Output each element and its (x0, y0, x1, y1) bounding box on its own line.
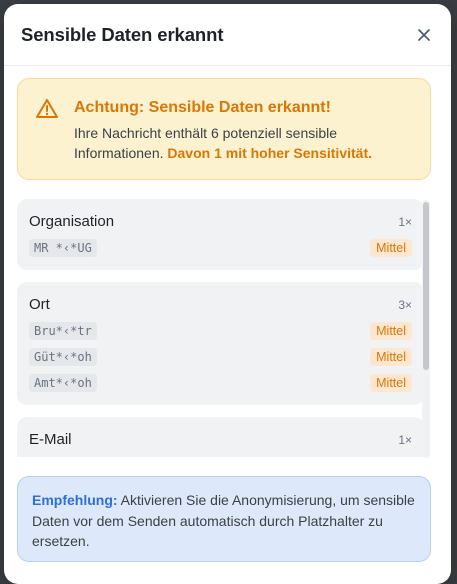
severity-badge: Mittel (370, 348, 412, 366)
severity-badge: Mittel (370, 374, 412, 392)
detected-items-list[interactable]: Organisation 1× MR *‹*UG Mittel Ort 3× B… (17, 199, 431, 457)
list-scrollbar[interactable] (422, 200, 430, 458)
category-card: Ort 3× Bru*‹*tr Mittel Güt*‹*oh Mittel A… (17, 282, 424, 405)
masked-value: Amt*‹*oh (29, 374, 97, 392)
warning-title: Achtung: Sensible Daten erkannt! (74, 99, 331, 116)
category-card: E-Mail 1× (17, 417, 424, 457)
category-name: Ort (29, 296, 50, 313)
close-button[interactable] (413, 24, 435, 46)
category-count: 3× (398, 297, 412, 312)
category-count: 1× (398, 432, 412, 447)
severity-badge: Mittel (370, 239, 412, 257)
masked-value: Güt*‹*oh (29, 348, 97, 366)
detected-item: Güt*‹*oh Mittel (29, 347, 412, 367)
detected-item: Bru*‹*tr Mittel (29, 321, 412, 341)
category-count: 1× (398, 214, 412, 229)
warning-highlight: Davon 1 mit hoher Sensitivität. (167, 145, 372, 161)
dialog-header: Sensible Daten erkannt (4, 4, 451, 66)
category-name: E-Mail (29, 431, 72, 448)
close-icon (418, 28, 430, 41)
category-name: Organisation (29, 213, 115, 230)
scrollbar-thumb[interactable] (423, 202, 429, 370)
detected-item: MR *‹*UG Mittel (29, 238, 412, 258)
warning-text: Ihre Nachricht enthält 6 potenziell sens… (74, 123, 414, 163)
warning-triangle-icon (36, 99, 58, 118)
dialog-title: Sensible Daten erkannt (21, 23, 224, 45)
detected-item: Amt*‹*oh Mittel (29, 373, 412, 393)
masked-value: MR *‹*UG (29, 239, 97, 257)
warning-banner: Achtung: Sensible Daten erkannt! Ihre Na… (17, 78, 431, 180)
recommendation-lead: Empfehlung: (32, 492, 118, 508)
category-card: Organisation 1× MR *‹*UG Mittel (17, 199, 424, 270)
severity-badge: Mittel (370, 322, 412, 340)
masked-value: Bru*‹*tr (29, 322, 97, 340)
recommendation-box: Empfehlung: Aktivieren Sie die Anonymisi… (17, 476, 431, 562)
